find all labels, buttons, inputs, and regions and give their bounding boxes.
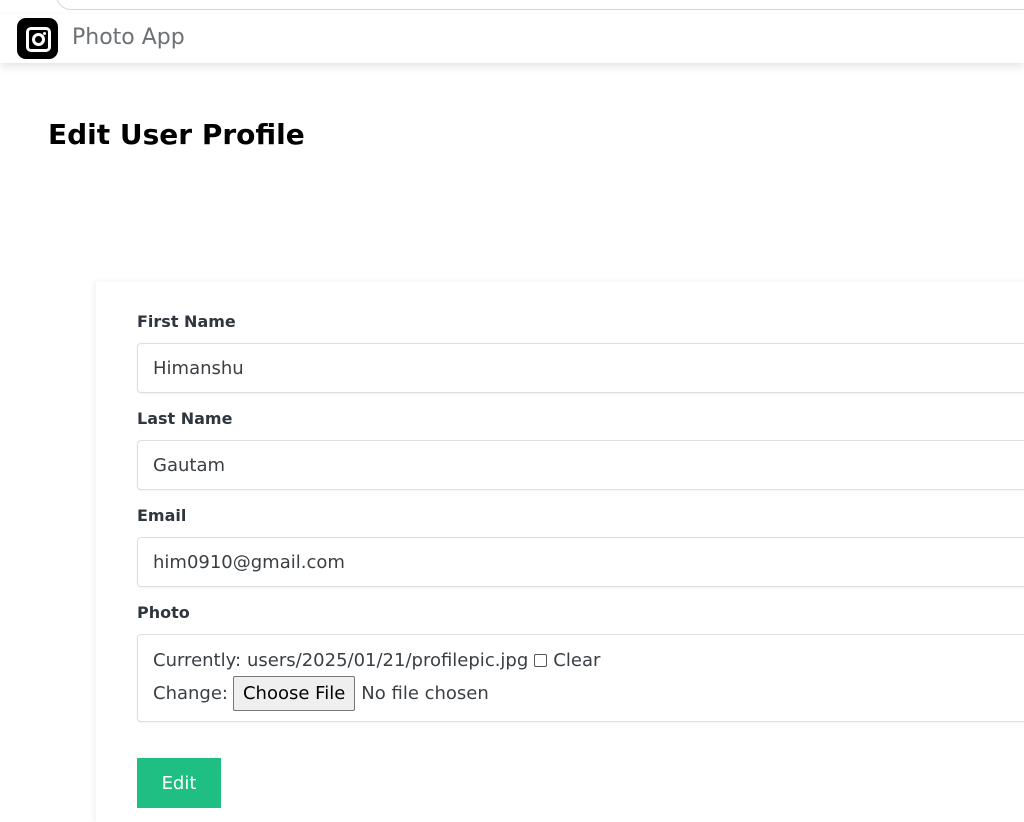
no-file-chosen-text: No file chosen [361, 683, 489, 704]
edit-submit-button[interactable]: Edit [137, 758, 221, 808]
browser-address-bar-edge [56, 0, 1024, 10]
first-name-label: First Name [137, 312, 236, 331]
photo-current-file-link[interactable]: users/2025/01/21/profilepic.jpg [247, 650, 528, 671]
camera-lens-shape [32, 33, 45, 46]
photo-change-row: Change: Choose File No file chosen [153, 676, 489, 711]
photo-change-label: Change: [153, 683, 228, 704]
photo-field: Currently: users/2025/01/21/profilepic.j… [137, 634, 1024, 722]
camera-icon[interactable] [17, 18, 58, 59]
photo-current-row: Currently: users/2025/01/21/profilepic.j… [153, 650, 600, 671]
last-name-field[interactable] [137, 440, 1024, 490]
camera-body-shape [26, 27, 51, 52]
photo-clear-checkbox[interactable] [534, 654, 548, 667]
browser-top-strip [0, 0, 1024, 14]
last-name-label: Last Name [137, 409, 233, 428]
camera-flash-dot [43, 32, 46, 35]
page-title: Edit User Profile [48, 118, 305, 151]
first-name-field[interactable] [137, 343, 1024, 393]
photo-clear-label: Clear [553, 650, 601, 671]
photo-label: Photo [137, 603, 190, 622]
choose-file-button[interactable]: Choose File [232, 676, 356, 711]
email-label: Email [137, 506, 187, 525]
photo-currently-label: Currently: [153, 650, 242, 671]
email-field[interactable] [137, 537, 1024, 587]
brand-name[interactable]: Photo App [72, 25, 185, 50]
navbar: Photo App [0, 14, 1024, 63]
